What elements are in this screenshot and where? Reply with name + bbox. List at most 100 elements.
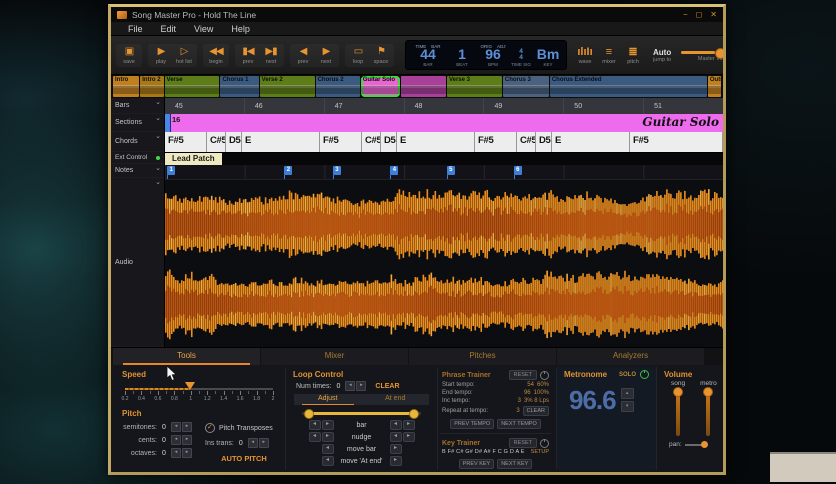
stepper-down-button[interactable]	[171, 448, 181, 458]
chevron-down-icon[interactable]: ⌄	[155, 114, 161, 123]
menu-view[interactable]: View	[185, 24, 222, 34]
phrase-power-icon[interactable]	[540, 370, 549, 380]
prev-button[interactable]: ◀ prev	[293, 46, 313, 65]
bpm-mode-orig[interactable]: ORIG	[480, 44, 492, 49]
loop-left-button[interactable]	[389, 432, 402, 442]
pan-slider[interactable]	[684, 441, 708, 448]
loop-tab-adjust[interactable]: Adjust	[294, 394, 362, 405]
map-section-verse-2[interactable]: Verse 2	[259, 76, 315, 97]
save-button[interactable]: ▣ save	[119, 46, 139, 65]
chord-cell-11[interactable]: E	[552, 132, 630, 152]
note-marker-1[interactable]: 1	[167, 166, 176, 179]
map-section-chorus-1[interactable]: Chorus 1	[220, 76, 259, 97]
tab-tools[interactable]: Tools	[113, 348, 260, 365]
pitch-transposes-checkbox[interactable]: Pitch Transposes	[205, 423, 283, 433]
chord-cell-12[interactable]: F#5	[630, 132, 723, 152]
notes-track[interactable]: 1 2 3 4 5 6	[165, 165, 723, 180]
chord-cell-7[interactable]: E	[397, 132, 475, 152]
space-button[interactable]: ⚑ space	[371, 46, 391, 65]
map-section-verse[interactable]: Verse	[164, 76, 220, 97]
next-button[interactable]: ▶ next	[316, 46, 336, 65]
view-pitch-button[interactable]: ≣ pitch	[623, 46, 643, 65]
track-label-audio[interactable]: Audio ⌄	[111, 178, 164, 347]
display-mode-time[interactable]: TIME	[415, 44, 426, 49]
chevron-down-icon[interactable]: ⌄	[155, 164, 161, 173]
phrase-reset-button[interactable]: RESET	[508, 370, 537, 380]
stepper-up-button[interactable]	[182, 448, 192, 458]
display-mode-bar[interactable]: BAR	[431, 44, 440, 49]
loop-left-button[interactable]	[308, 420, 321, 430]
map-section-guitar-solo[interactable]: Guitar Solo	[360, 76, 400, 97]
map-section-intro[interactable]: Intro	[113, 76, 140, 97]
prev-key-button[interactable]: PREV KEY	[458, 459, 495, 469]
next-tempo-button[interactable]: NEXT TEMPO	[497, 419, 541, 429]
loop-right-button[interactable]	[321, 432, 334, 442]
metronome-up-button[interactable]	[620, 388, 634, 399]
metronome-down-button[interactable]	[620, 401, 634, 412]
pan-handle[interactable]	[700, 441, 708, 448]
note-marker-6[interactable]: 6	[513, 166, 522, 179]
chord-cell-1[interactable]: C#5	[207, 132, 226, 152]
hot-list-button[interactable]: ▷ hot list	[174, 46, 194, 65]
chord-cell-8[interactable]: F#5	[475, 132, 517, 152]
chevron-down-icon[interactable]: ⌄	[155, 98, 161, 107]
loop-left-button[interactable]	[389, 420, 402, 430]
loop-end-handle[interactable]	[408, 409, 419, 419]
chord-cell-0[interactable]: F#5	[165, 132, 207, 152]
song-volume-slider[interactable]	[673, 387, 684, 436]
master-volume-slider[interactable]	[681, 48, 723, 59]
stepper-down-button[interactable]	[171, 422, 181, 432]
loop-range-slider[interactable]	[302, 409, 421, 419]
metro-volume-slider[interactable]	[703, 387, 714, 436]
auto-jump-control[interactable]: Auto jump to	[653, 48, 671, 63]
loop-right-button[interactable]	[321, 420, 334, 430]
stepper-down-button[interactable]	[345, 381, 356, 391]
song-volume-handle[interactable]	[673, 387, 684, 397]
track-label-bars[interactable]: Bars ⌄	[111, 98, 164, 114]
master-volume-handle[interactable]	[714, 48, 723, 59]
titlebar[interactable]: Song Master Pro - Hold The Line − ◻ ✕	[111, 7, 723, 22]
tab-mixer[interactable]: Mixer	[261, 348, 408, 365]
bpm-mode-adj[interactable]: ADJ	[497, 44, 506, 49]
next-button[interactable]: ▶▮ next	[261, 46, 281, 65]
menu-file[interactable]: File	[119, 24, 152, 34]
stepper-up-button[interactable]	[182, 435, 192, 445]
view-wave-button[interactable]: ılıIı wave	[575, 46, 595, 65]
loop-left-button[interactable]	[308, 432, 321, 442]
track-label-notes[interactable]: Notes ⌄	[111, 164, 164, 178]
loop-start-handle[interactable]	[304, 409, 315, 419]
loop-right-button[interactable]	[402, 432, 415, 442]
chord-cell-3[interactable]: E	[242, 132, 320, 152]
ext-control-chip[interactable]: Lead Patch	[165, 153, 222, 165]
chord-cell-2[interactable]: D5	[226, 132, 242, 152]
map-section-chorus-3[interactable]: Chorus 3	[502, 76, 549, 97]
next-key-button[interactable]: NEXT KEY	[497, 459, 533, 469]
map-section-intro-2[interactable]: Intro 2	[140, 76, 164, 97]
loop-left-button[interactable]	[321, 444, 334, 454]
loop-right-button[interactable]	[402, 420, 415, 430]
menu-help[interactable]: Help	[222, 24, 259, 34]
key-setup-button[interactable]: SETUP	[531, 449, 549, 455]
map-section-chorus-2[interactable]: Chorus 2	[315, 76, 360, 97]
chord-cell-10[interactable]: D5	[536, 132, 552, 152]
tab-pitches[interactable]: Pitches	[409, 348, 556, 365]
note-marker-3[interactable]: 3	[332, 166, 341, 179]
loop-right-button[interactable]	[389, 444, 402, 454]
maximize-button[interactable]: ◻	[696, 10, 703, 20]
play-button[interactable]: ▶ play	[151, 46, 171, 65]
key-power-icon[interactable]	[540, 438, 549, 448]
clear-tempo-button[interactable]: CLEAR	[522, 406, 549, 416]
stepper-down-button[interactable]	[247, 438, 258, 448]
metronome-solo-button[interactable]: SOLO	[619, 372, 636, 378]
close-button[interactable]: ✕	[710, 10, 717, 20]
stepper-up-button[interactable]	[356, 381, 367, 391]
stepper-up-button[interactable]	[258, 438, 269, 448]
playhead-marker[interactable]	[165, 114, 171, 132]
prev-button[interactable]: ▮◀ prev	[238, 46, 258, 65]
begin-button[interactable]: ◀◀ begin	[206, 46, 226, 65]
stepper-down-button[interactable]	[171, 435, 181, 445]
chord-cell-5[interactable]: C#5	[362, 132, 381, 152]
chevron-down-icon[interactable]: ⌄	[155, 132, 161, 141]
stepper-up-button[interactable]	[182, 422, 192, 432]
loop-right-button[interactable]	[389, 456, 402, 466]
